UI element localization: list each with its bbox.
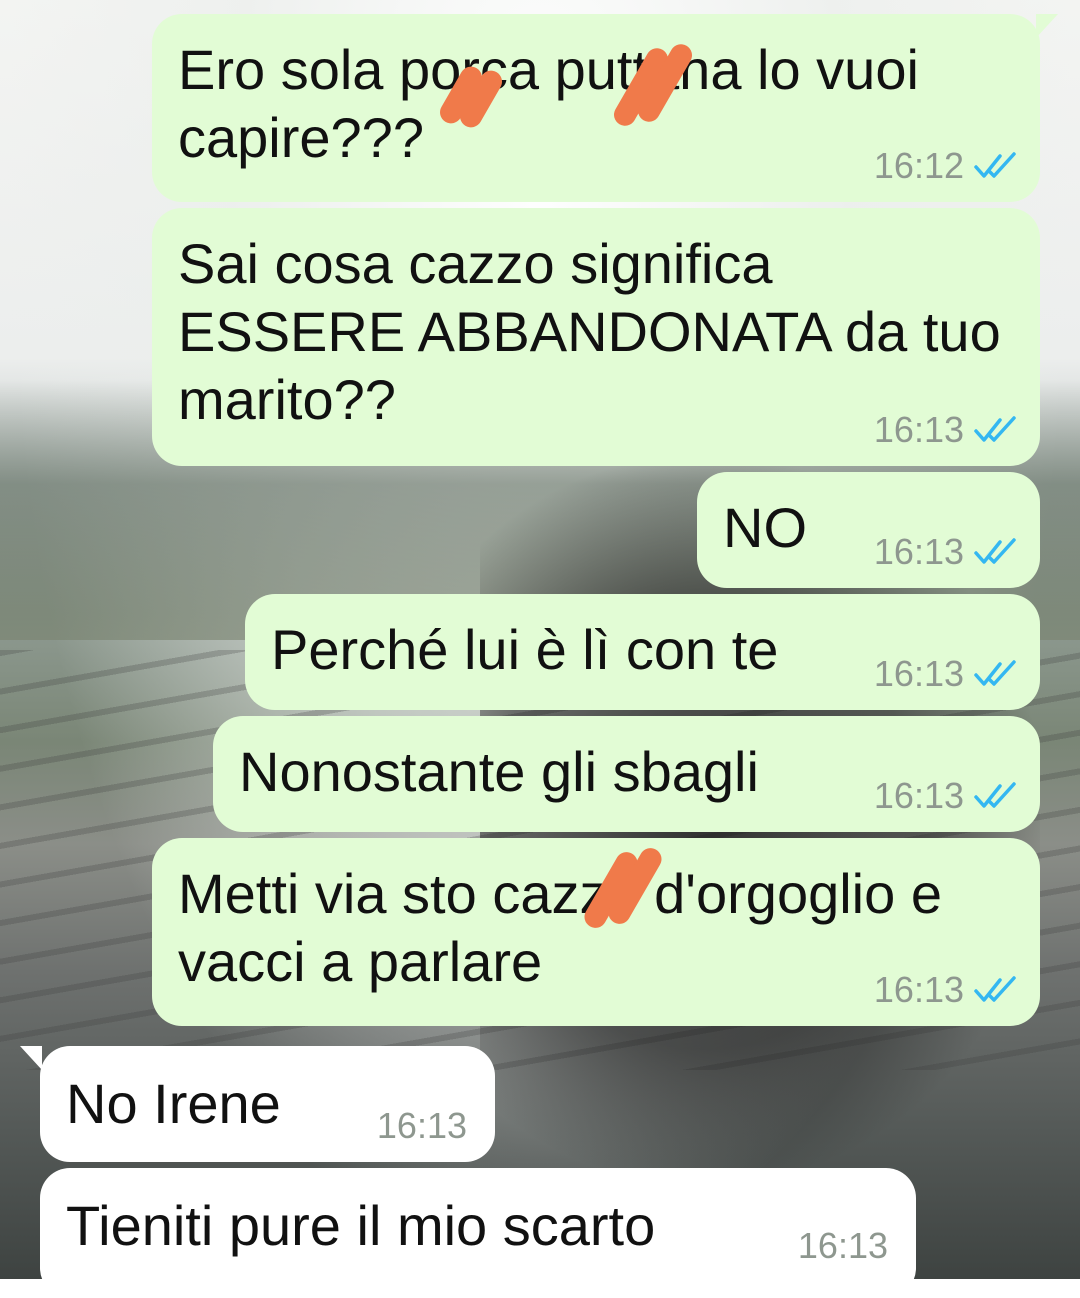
message-bubble-outgoing[interactable]: Perché lui è lì con te 16:13	[245, 594, 1040, 710]
read-ticks-icon	[974, 538, 1016, 564]
message-time: 16:12	[873, 145, 964, 186]
message-time: 16:13	[873, 653, 964, 694]
message-bubble-outgoing[interactable]: NO 16:13	[697, 472, 1040, 588]
message-bubble-incoming[interactable]: No Irene 16:13	[40, 1046, 495, 1162]
message-bubble-outgoing[interactable]: Nonostante gli sbagli 16:13	[213, 716, 1040, 832]
message-meta: 16:13	[874, 532, 1018, 572]
read-ticks-icon	[974, 976, 1016, 1002]
read-ticks-icon	[974, 660, 1016, 686]
message-time: 16:13	[376, 1105, 467, 1146]
message-text: Ero sola porca puttana lo vuoi capire???	[178, 38, 919, 169]
message-meta: 16:12	[874, 146, 1018, 186]
message-bubble-outgoing[interactable]: Metti via sto cazzo d'orgoglio e vacci a…	[152, 838, 1040, 1026]
message-meta: 16:13	[874, 970, 1018, 1010]
message-time: 16:13	[873, 969, 964, 1010]
message-bubble-outgoing[interactable]: Sai cosa cazzo significa ESSERE ABBANDON…	[152, 208, 1040, 466]
message-meta: 16:13	[874, 410, 1018, 450]
message-bubble-outgoing[interactable]: Ero sola porca puttana lo vuoi capire???…	[152, 14, 1040, 202]
message-meta: 16:13	[874, 654, 1018, 694]
message-meta: 16:13	[798, 1226, 888, 1266]
message-time: 16:13	[873, 409, 964, 450]
message-text: NO	[723, 496, 807, 559]
bubble-tail	[20, 1046, 42, 1070]
read-ticks-icon	[974, 152, 1016, 178]
message-text: Sai cosa cazzo significa ESSERE ABBANDON…	[178, 232, 1001, 431]
message-time: 16:13	[873, 775, 964, 816]
message-time: 16:13	[873, 531, 964, 572]
message-text: Perché lui è lì con te	[271, 618, 779, 681]
message-text: Tieniti pure il mio scarto	[66, 1194, 656, 1257]
bubble-tail	[1036, 14, 1058, 38]
message-text: No Irene	[66, 1072, 281, 1135]
message-text: Metti via sto cazzo d'orgoglio e vacci a…	[178, 862, 942, 993]
read-ticks-icon	[974, 416, 1016, 442]
message-meta: 16:13	[874, 776, 1018, 816]
message-meta: 16:13	[377, 1106, 467, 1146]
message-time: 16:13	[797, 1225, 888, 1266]
message-text: Nonostante gli sbagli	[239, 740, 759, 803]
read-ticks-icon	[974, 782, 1016, 808]
